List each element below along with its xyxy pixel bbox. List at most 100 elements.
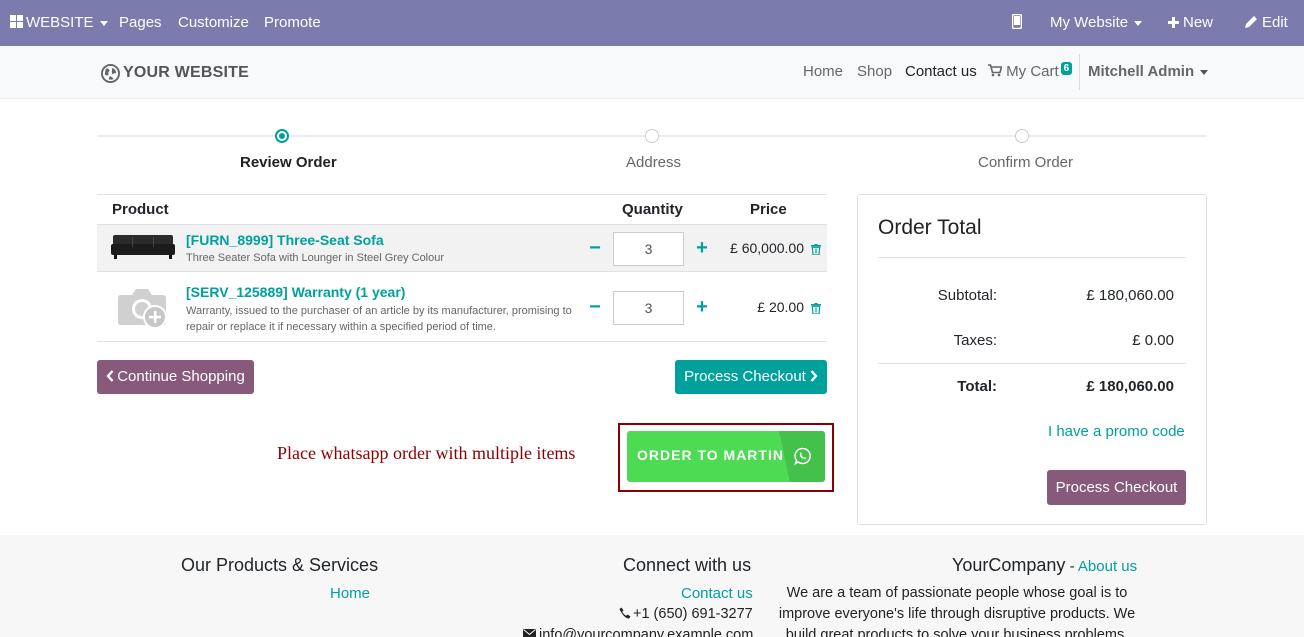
order-total-title: Order Total <box>878 216 982 239</box>
mobile-phone-icon <box>1011 13 1023 30</box>
camera-placeholder-icon[interactable] <box>118 287 170 331</box>
chevron-right-icon <box>810 370 818 382</box>
product-name-link[interactable]: [SERV_125889] Warranty (1 year) <box>186 284 405 300</box>
footer-phone: +1 (650) 691-3277 <box>619 606 753 622</box>
continue-shopping-button[interactable]: Continue Shopping <box>97 360 254 394</box>
cart-row: [SERV_125889] Warranty (1 year) Warranty… <box>97 272 827 342</box>
site-footer: Our Products & Services Home Connect wit… <box>0 535 1304 637</box>
pencil-icon <box>1245 16 1257 28</box>
process-checkout-label: Process Checkout <box>684 368 806 385</box>
subtotal-label: Subtotal: <box>937 287 997 304</box>
nav-cart[interactable]: My Cart 6 <box>988 46 1073 99</box>
cart-table: Product Quantity Price [FURN_8999] Three… <box>97 194 827 342</box>
pages-menu[interactable]: Pages <box>119 0 162 46</box>
trash-icon[interactable] <box>811 244 821 255</box>
quantity-minus-button[interactable]: − <box>587 297 603 317</box>
edit-button[interactable]: Edit <box>1245 0 1288 46</box>
cart-count-badge: 6 <box>1060 62 1073 75</box>
line-price: £ 60,000.00 <box>730 240 804 256</box>
promote-menu[interactable]: Promote <box>264 0 321 46</box>
phone-icon <box>619 607 631 619</box>
new-button[interactable]: New <box>1168 0 1213 46</box>
footer-products-heading: Our Products & Services <box>181 555 379 575</box>
process-checkout-button-side[interactable]: Process Checkout <box>1047 470 1186 505</box>
whatsapp-icon <box>794 447 811 465</box>
header-price: Price <box>750 201 787 218</box>
quantity-plus-button[interactable]: + <box>694 297 710 317</box>
chevron-down-icon <box>99 20 108 26</box>
subtotal-value: £ 180,060.00 <box>1086 287 1174 304</box>
product-name-link[interactable]: [FURN_8999] Three-Seat Sofa <box>186 232 384 248</box>
footer-company-separator: - <box>1065 558 1078 575</box>
user-menu[interactable]: Mitchell Admin <box>1088 46 1209 99</box>
taxes-label: Taxes: <box>953 332 997 349</box>
total-label: Total: <box>957 378 997 395</box>
taxes-value: £ 0.00 <box>1132 332 1174 349</box>
admin-bar: WEBSITE Pages Customize Promote My Websi… <box>0 0 1304 46</box>
envelope-icon <box>523 629 536 637</box>
whatsapp-order-label: ORDER TO MARTIN <box>637 447 784 463</box>
product-description: Warranty, issued to the purchaser of an … <box>186 305 572 333</box>
step-dot-address <box>645 129 659 143</box>
logo-text: YOUR WEBSITE <box>123 64 249 81</box>
trash-icon[interactable] <box>811 303 821 314</box>
site-header: YOUR WEBSITE Home Shop Contact us My Car… <box>0 46 1304 99</box>
quantity-input[interactable]: 3 <box>613 291 684 325</box>
cart-row: [FURN_8999] Three-Seat Sofa Three Seater… <box>97 225 827 272</box>
line-price: £ 20.00 <box>757 299 804 315</box>
edit-label: Edit <box>1262 14 1288 31</box>
quantity-minus-button[interactable]: − <box>587 238 603 258</box>
my-website-label: My Website <box>1050 14 1129 31</box>
whatsapp-order-button[interactable]: ORDER TO MARTIN <box>627 431 825 482</box>
quantity-plus-button[interactable]: + <box>694 238 710 258</box>
divider <box>878 363 1186 364</box>
step-label-review: Review Order <box>240 154 337 171</box>
header-product: Product <box>112 201 169 218</box>
nav-cart-label: My Cart <box>1006 63 1059 80</box>
cart-table-header: Product Quantity Price <box>97 194 827 225</box>
nav-shop[interactable]: Shop <box>857 46 892 99</box>
website-menu[interactable]: WEBSITE <box>10 0 108 46</box>
footer-company-heading: YourCompany - About us <box>952 555 1137 576</box>
cart-icon <box>988 64 1003 77</box>
total-value: £ 180,060.00 <box>1086 378 1174 395</box>
footer-about-link[interactable]: About us <box>1078 558 1137 575</box>
footer-home-link[interactable]: Home <box>330 585 370 602</box>
footer-connect-heading: Connect with us <box>623 555 752 575</box>
user-name: Mitchell Admin <box>1088 63 1195 80</box>
plus-icon <box>1168 17 1179 28</box>
site-logo[interactable]: YOUR WEBSITE <box>101 63 249 83</box>
footer-email[interactable]: info@yourcompany.example.com <box>523 627 753 637</box>
whatsapp-annotation: Place whatsapp order with multiple items <box>277 443 576 463</box>
step-dot-review <box>275 129 289 143</box>
footer-email-address: info@yourcompany.example.com <box>539 627 754 637</box>
chevron-left-icon <box>106 370 114 382</box>
nav-divider <box>1079 54 1080 90</box>
promo-code-link[interactable]: I have a promo code <box>1048 423 1185 440</box>
order-total-panel: Order Total Subtotal: £ 180,060.00 Taxes… <box>857 194 1207 525</box>
chevron-down-icon <box>1134 20 1143 26</box>
globe-icon <box>101 63 120 83</box>
footer-company-name: YourCompany <box>952 555 1066 575</box>
whatsapp-highlight-frame: ORDER TO MARTIN <box>618 423 834 492</box>
customize-menu[interactable]: Customize <box>178 0 249 46</box>
step-label-address: Address <box>626 154 682 171</box>
header-quantity: Quantity <box>622 201 683 218</box>
step-label-confirm: Confirm Order <box>978 154 1074 171</box>
mobile-preview-button[interactable] <box>1011 0 1023 46</box>
chevron-down-icon <box>1200 69 1209 75</box>
sofa-product-image[interactable] <box>111 232 175 260</box>
quantity-input[interactable]: 3 <box>613 232 684 266</box>
product-description: Three Seater Sofa with Lounger in Steel … <box>186 252 445 264</box>
nav-home[interactable]: Home <box>803 46 843 99</box>
process-checkout-button[interactable]: Process Checkout <box>675 360 827 394</box>
divider <box>878 257 1186 258</box>
nav-contact[interactable]: Contact us <box>905 46 977 99</box>
website-menu-label: WEBSITE <box>26 14 94 31</box>
footer-contact-link[interactable]: Contact us <box>681 585 753 602</box>
my-website-menu[interactable]: My Website <box>1050 0 1143 46</box>
continue-shopping-label: Continue Shopping <box>117 368 245 385</box>
step-dot-confirm <box>1015 129 1029 143</box>
new-label: New <box>1183 14 1214 31</box>
footer-company-description: We are a team of passionate people whose… <box>778 585 1136 637</box>
